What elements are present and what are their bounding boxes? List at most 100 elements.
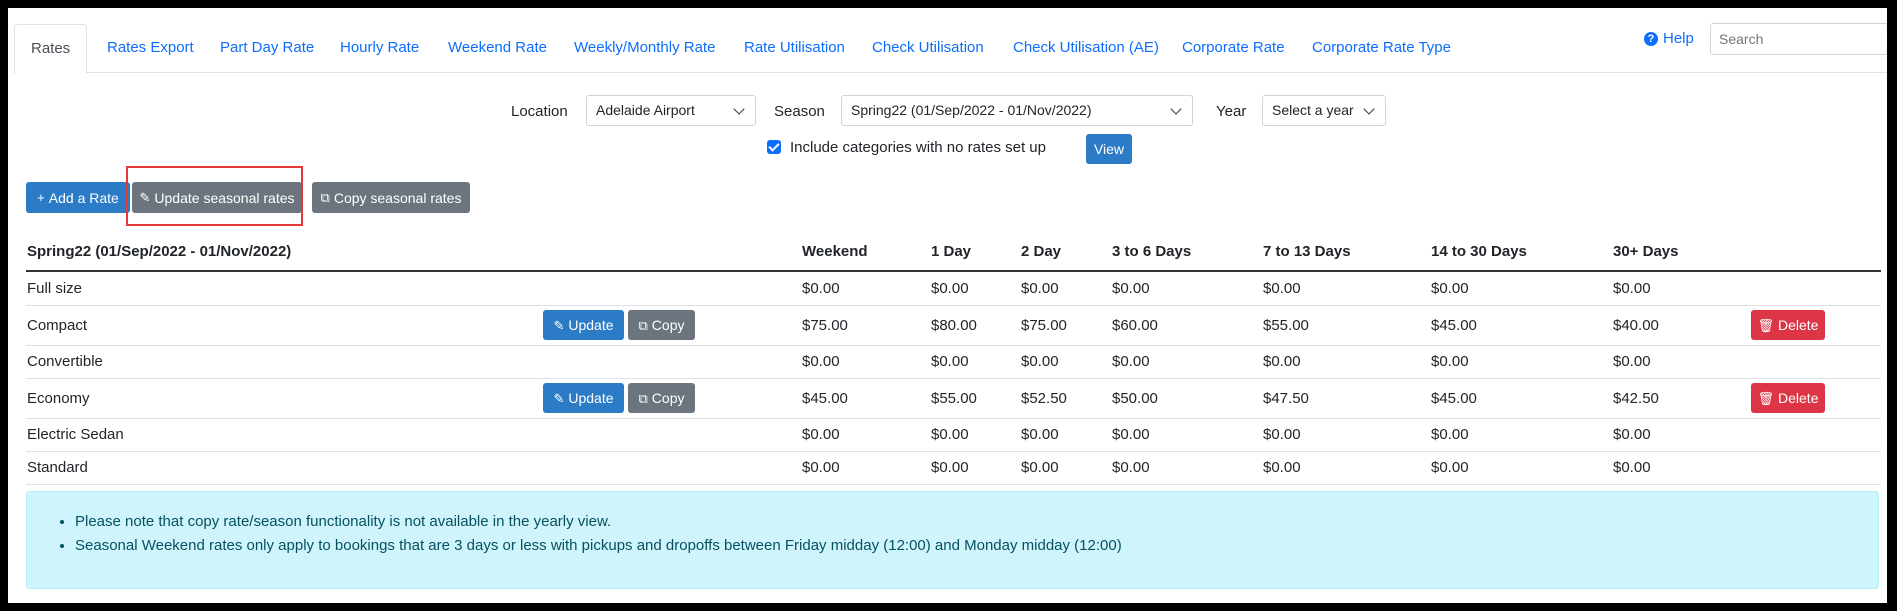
tab-hourly-rate[interactable]: Hourly Rate [340, 24, 419, 71]
rate-cell: $75.00 [802, 317, 848, 334]
rate-cell: $40.00 [1613, 317, 1659, 334]
tab-part-day-rate[interactable]: Part Day Rate [220, 24, 314, 71]
question-circle-icon: ? [1644, 31, 1658, 46]
column-header: 14 to 30 Days [1431, 243, 1527, 260]
delete-row-button[interactable]: 🗑 Delete [1751, 310, 1825, 340]
column-header: 30+ Days [1613, 243, 1679, 260]
rate-cell: $0.00 [1263, 426, 1301, 443]
category-name: Full size [27, 280, 83, 297]
copy-seasonal-rates-button[interactable]: ⧉ Copy seasonal rates [312, 182, 470, 213]
update-row-button[interactable]: ✎ Update [543, 383, 624, 413]
info-alert: Please note that copy rate/season functi… [26, 491, 1879, 589]
chevron-down-icon [733, 103, 745, 115]
copy-label: Copy [651, 317, 685, 333]
table-row: Electric Sedan $0.00 $0.00 $0.00 $0.00 $0.00 $… [26, 418, 1881, 452]
trash-icon: 🗑 [1757, 317, 1775, 333]
tab-rate-utilisation[interactable]: Rate Utilisation [744, 24, 845, 71]
category-name: Convertible [27, 353, 103, 370]
tab-bar: Rates Rates Export Part Day Rate Hourly … [14, 24, 1887, 74]
rate-cell: $0.00 [1431, 459, 1469, 476]
rate-cell: $0.00 [931, 459, 969, 476]
update-row-button[interactable]: ✎ Update [543, 310, 624, 340]
rate-cell: $0.00 [802, 353, 840, 370]
rate-cell: $0.00 [802, 426, 840, 443]
tab-corporate-rate[interactable]: Corporate Rate [1182, 24, 1285, 71]
copy-icon: ⧉ [638, 390, 648, 406]
view-button[interactable]: View [1086, 134, 1132, 164]
tab-weekend-rate[interactable]: Weekend Rate [448, 24, 547, 71]
rate-cell: $0.00 [802, 280, 840, 297]
copy-label: Copy [651, 390, 685, 406]
tab-rates[interactable]: Rates [14, 24, 88, 74]
delete-label: Delete [1778, 317, 1819, 333]
highlight-box [126, 166, 303, 226]
tab-weekly-monthly-rate[interactable]: Weekly/Monthly Rate [574, 24, 715, 71]
tab-check-utilisation[interactable]: Check Utilisation [872, 24, 984, 71]
rate-cell: $0.00 [1263, 280, 1301, 297]
table-row: Convertible $0.00 $0.00 $0.00 $0.00 $0.00 $0.0… [26, 345, 1881, 379]
rate-cell: $0.00 [1112, 459, 1150, 476]
rate-cell: $0.00 [1021, 459, 1059, 476]
copy-icon: ⧉ [638, 317, 648, 333]
rate-cell: $0.00 [802, 459, 840, 476]
table-header: Spring22 (01/Sep/2022 - 01/Nov/2022) Wee… [26, 236, 1881, 272]
include-no-rates-label: Include categories with no rates set up [790, 139, 1046, 156]
add-rate-label: Add a Rate [48, 189, 119, 206]
rate-cell: $0.00 [1112, 280, 1150, 297]
rate-cell: $0.00 [1613, 280, 1651, 297]
plus-icon: + [37, 190, 45, 205]
search-input[interactable] [1710, 23, 1887, 55]
delete-row-button[interactable]: 🗑 Delete [1751, 383, 1825, 413]
help-link[interactable]: ? Help [1644, 30, 1694, 47]
include-no-rates-checkbox[interactable] [767, 140, 781, 154]
year-value: Select a year [1272, 102, 1354, 118]
rate-cell: $45.00 [1431, 390, 1477, 407]
rate-cell: $45.00 [1431, 317, 1477, 334]
edit-icon: ✎ [553, 390, 565, 406]
app-window: Rates Rates Export Part Day Rate Hourly … [8, 8, 1887, 603]
rate-cell: $0.00 [1263, 353, 1301, 370]
season-select[interactable]: Spring22 (01/Sep/2022 - 01/Nov/2022) [841, 95, 1193, 126]
table-title: Spring22 (01/Sep/2022 - 01/Nov/2022) [27, 243, 292, 260]
copy-row-button[interactable]: ⧉ Copy [628, 310, 695, 340]
rate-cell: $47.50 [1263, 390, 1309, 407]
chevron-down-icon [1363, 103, 1375, 115]
edit-icon: ✎ [553, 317, 565, 333]
rate-cell: $0.00 [1613, 353, 1651, 370]
tab-corporate-rate-type[interactable]: Corporate Rate Type [1312, 24, 1451, 71]
location-select[interactable]: Adelaide Airport [586, 95, 756, 126]
column-header: 7 to 13 Days [1263, 243, 1351, 260]
update-label: Update [568, 317, 614, 333]
rate-cell: $60.00 [1112, 317, 1158, 334]
list-item: Please note that copy rate/season functi… [75, 510, 1122, 534]
view-button-label: View [1093, 141, 1125, 157]
category-name: Compact [27, 317, 88, 334]
rate-cell: $0.00 [1431, 280, 1469, 297]
tab-check-utilisation-ae[interactable]: Check Utilisation (AE) [1013, 24, 1159, 71]
rate-cell: $42.50 [1613, 390, 1659, 407]
table-row: Full size $0.00 $0.00 $0.00 $0.00 $0.00 $0.00 $… [26, 272, 1881, 306]
copy-seasonal-label: Copy seasonal rates [333, 189, 462, 206]
delete-label: Delete [1778, 390, 1819, 406]
rate-cell: $52.50 [1021, 390, 1067, 407]
table-row: Economy ✎ Update ⧉ Copy 🗑 Delete $45.00 $55.00 $5… [26, 378, 1881, 419]
rate-cell: $0.00 [931, 426, 969, 443]
notes-list: Please note that copy rate/season functi… [27, 510, 1122, 558]
table-row: Compact ✎ Update ⧉ Copy 🗑 Delete $75.00 $80.00 $7… [26, 305, 1881, 346]
rate-cell: $0.00 [931, 280, 969, 297]
category-name: Standard [27, 459, 88, 476]
rate-cell: $50.00 [1112, 390, 1158, 407]
column-header: Weekend [802, 243, 868, 260]
add-rate-button[interactable]: + Add a Rate [26, 182, 130, 213]
rate-cell: $55.00 [1263, 317, 1309, 334]
tab-rates-export[interactable]: Rates Export [107, 24, 194, 71]
rate-cell: $0.00 [1613, 459, 1651, 476]
column-header: 2 Day [1021, 243, 1062, 260]
rate-cell: $0.00 [1431, 353, 1469, 370]
year-select[interactable]: Select a year [1262, 95, 1386, 126]
rate-cell: $0.00 [1112, 426, 1150, 443]
table-row: Standard $0.00 $0.00 $0.00 $0.00 $0.00 $0.00 $0… [26, 451, 1881, 485]
copy-row-button[interactable]: ⧉ Copy [628, 383, 695, 413]
category-name: Economy [27, 390, 90, 407]
copy-icon: ⧉ [320, 190, 330, 205]
